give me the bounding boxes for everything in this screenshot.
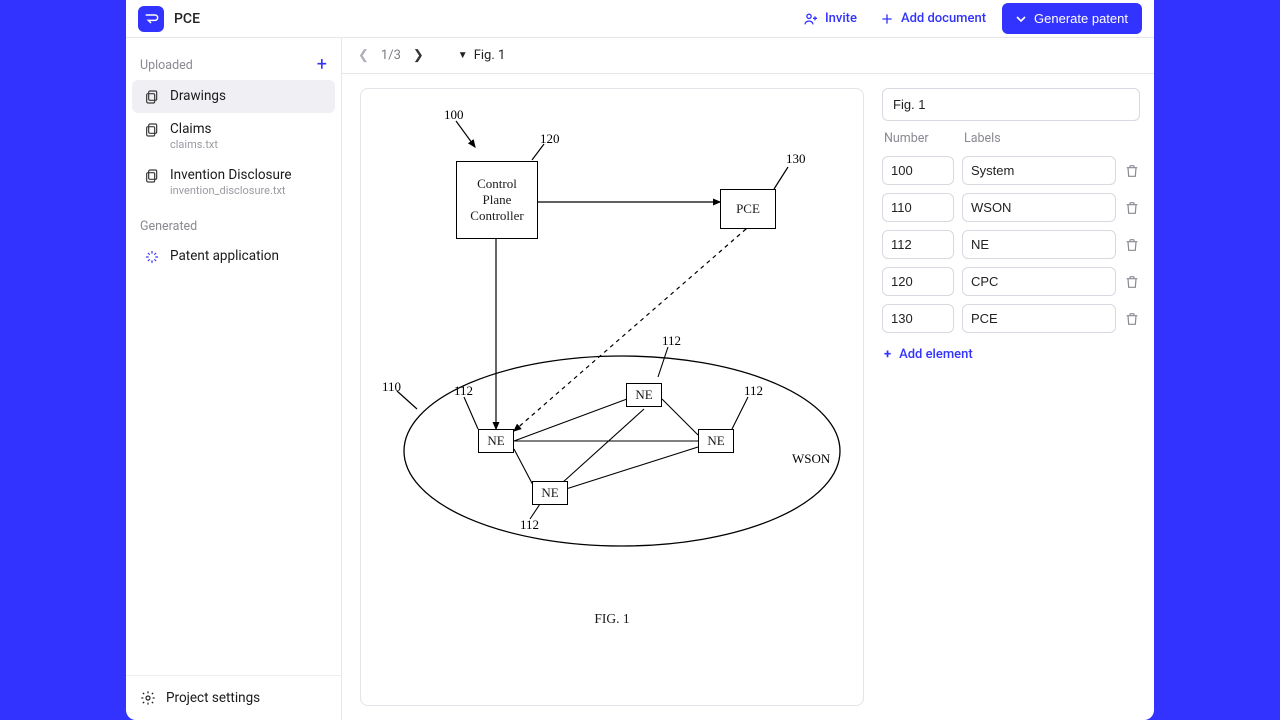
topbar: PCE Invite Add document Generate patent bbox=[126, 0, 1154, 38]
add-element-button[interactable]: + Add element bbox=[882, 343, 1140, 366]
next-figure-button[interactable]: ❯ bbox=[409, 46, 428, 65]
caret-down-icon: ▼ bbox=[458, 50, 468, 61]
diagram-box-ne: NE bbox=[626, 383, 662, 407]
sidebar-item-sub: invention_disclosure.txt bbox=[170, 184, 292, 197]
diagram-label-wson: WSON bbox=[792, 451, 830, 467]
element-number-input[interactable] bbox=[882, 193, 954, 222]
sidebar-item-label: Invention Disclosure bbox=[170, 167, 292, 183]
logo-icon bbox=[143, 11, 159, 27]
panel-columns: Number Labels bbox=[882, 131, 1140, 146]
project-title: PCE bbox=[174, 11, 200, 27]
element-number-input[interactable] bbox=[882, 230, 954, 259]
trash-icon[interactable] bbox=[1124, 274, 1140, 290]
gear-icon bbox=[140, 690, 156, 706]
copy-icon bbox=[144, 168, 160, 184]
diagram-label-112: 112 bbox=[744, 383, 763, 399]
sidebar-add-upload-button[interactable]: + bbox=[317, 56, 327, 74]
user-plus-icon bbox=[803, 11, 819, 27]
element-number-input[interactable] bbox=[882, 304, 954, 333]
element-label-input[interactable] bbox=[962, 193, 1116, 222]
sidebar-uploaded-heading-row: Uploaded + bbox=[126, 48, 341, 80]
page-indicator: 1/3 bbox=[381, 48, 401, 63]
sidebar-item-label: Patent application bbox=[170, 248, 279, 264]
diagram-label-112: 112 bbox=[454, 383, 473, 399]
sidebar-item-invention-disclosure[interactable]: Invention Disclosure invention_disclosur… bbox=[132, 159, 335, 205]
figure-toolbar: ❮ 1/3 ❯ ▼ Fig. 1 bbox=[342, 38, 1154, 74]
trash-icon[interactable] bbox=[1124, 237, 1140, 253]
add-document-button[interactable]: Add document bbox=[873, 7, 992, 31]
element-label-input[interactable] bbox=[962, 267, 1116, 296]
diagram-box-ne: NE bbox=[532, 481, 568, 505]
trash-icon[interactable] bbox=[1124, 163, 1140, 179]
element-number-input[interactable] bbox=[882, 156, 954, 185]
diagram-label-112: 112 bbox=[520, 517, 539, 533]
sidebar-uploaded-heading: Uploaded bbox=[140, 58, 193, 73]
diagram-box-ne: NE bbox=[698, 429, 734, 453]
diagram-label-100: 100 bbox=[444, 107, 464, 123]
app-window: PCE Invite Add document Generate patent … bbox=[126, 0, 1154, 720]
plus-icon: + bbox=[884, 347, 891, 362]
diagram-label-112: 112 bbox=[662, 333, 681, 349]
sidebar-item-claims[interactable]: Claims claims.txt bbox=[132, 113, 335, 159]
diagram-label-120: 120 bbox=[540, 131, 560, 147]
element-rows bbox=[882, 156, 1140, 333]
sidebar-item-label: Drawings bbox=[170, 88, 226, 104]
trash-icon[interactable] bbox=[1124, 311, 1140, 327]
diagram-label-130: 130 bbox=[786, 151, 806, 167]
diagram: 100 120 130 110 112 112 112 112 WSON Con… bbox=[362, 89, 862, 641]
generate-patent-label: Generate patent bbox=[1034, 11, 1128, 26]
plus-icon bbox=[879, 11, 895, 27]
element-label-input[interactable] bbox=[962, 230, 1116, 259]
sidebar-item-label: Claims bbox=[170, 121, 218, 137]
element-row bbox=[882, 193, 1140, 222]
invite-label: Invite bbox=[825, 11, 857, 26]
sidebar-item-patent-application[interactable]: Patent application bbox=[132, 240, 335, 273]
figure-canvas[interactable]: 100 120 130 110 112 112 112 112 WSON Con… bbox=[360, 88, 864, 706]
elements-panel: Number Labels + Add element bbox=[882, 88, 1140, 706]
figure-caption: FIG. 1 bbox=[362, 611, 862, 627]
diagram-box-ne: NE bbox=[478, 429, 514, 453]
diagram-label-110: 110 bbox=[382, 379, 401, 395]
main-content: ❮ 1/3 ❯ ▼ Fig. 1 bbox=[342, 38, 1154, 720]
element-row bbox=[882, 267, 1140, 296]
sidebar: Uploaded + Drawings Claims claims.txt bbox=[126, 38, 342, 720]
element-row bbox=[882, 156, 1140, 185]
figure-select-label: Fig. 1 bbox=[474, 48, 506, 63]
project-settings-label: Project settings bbox=[166, 690, 260, 706]
caret-down-icon bbox=[1016, 14, 1026, 24]
diagram-box-pce: PCE bbox=[720, 189, 776, 229]
diagram-connectors bbox=[362, 89, 862, 641]
col-labels: Labels bbox=[964, 131, 1001, 146]
figure-title-input[interactable] bbox=[882, 88, 1140, 121]
copy-icon bbox=[144, 89, 160, 105]
element-row bbox=[882, 304, 1140, 333]
col-number: Number bbox=[884, 131, 956, 146]
add-element-label: Add element bbox=[899, 347, 973, 362]
prev-figure-button[interactable]: ❮ bbox=[354, 46, 373, 65]
invite-button[interactable]: Invite bbox=[797, 7, 863, 31]
figure-select-dropdown[interactable]: ▼ Fig. 1 bbox=[458, 48, 506, 63]
add-document-label: Add document bbox=[901, 11, 986, 26]
element-label-input[interactable] bbox=[962, 304, 1116, 333]
trash-icon[interactable] bbox=[1124, 200, 1140, 216]
sparkle-icon bbox=[144, 249, 160, 265]
element-number-input[interactable] bbox=[882, 267, 954, 296]
element-label-input[interactable] bbox=[962, 156, 1116, 185]
sidebar-item-drawings[interactable]: Drawings bbox=[132, 80, 335, 113]
generate-patent-button[interactable]: Generate patent bbox=[1002, 3, 1142, 34]
sidebar-generated-heading: Generated bbox=[126, 205, 341, 240]
element-row bbox=[882, 230, 1140, 259]
project-settings-button[interactable]: Project settings bbox=[126, 675, 341, 720]
sidebar-item-sub: claims.txt bbox=[170, 138, 218, 151]
diagram-box-cpc: Control Plane Controller bbox=[456, 161, 538, 239]
copy-icon bbox=[144, 122, 160, 138]
app-logo bbox=[138, 6, 164, 32]
